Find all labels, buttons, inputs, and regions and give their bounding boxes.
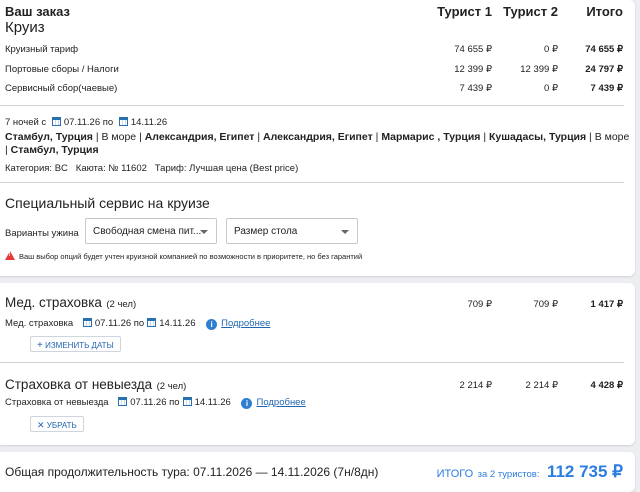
calendar-icon: [182, 397, 192, 406]
row-t1: 74 655 ₽: [454, 44, 492, 55]
divider: [0, 105, 624, 106]
cancellation-title: Страховка от невыезда (2 чел): [5, 376, 186, 394]
footer-bar: Общая продолжительность тура: 07.11.2026…: [0, 452, 635, 492]
route-port: Стамбул, Турция: [10, 144, 99, 156]
warning-text: Ваш выбор опций будет учтен круизной ком…: [19, 252, 363, 261]
calendar-icon: [51, 117, 61, 126]
cancellation-date-from: 07.11.26: [130, 397, 167, 408]
calendar-icon: [118, 397, 128, 406]
remove-button[interactable]: ✕ УБРАТЬ: [30, 416, 84, 432]
grand-total: ИТОГО за 2 туристов: 112 735 ₽: [437, 462, 623, 482]
nights-text: 7 ночей с: [5, 117, 47, 128]
row-label: Портовые сборы / Налоги: [5, 64, 119, 75]
total-value: 112 735 ₽: [546, 462, 623, 481]
total-label: ИТОГО: [436, 468, 474, 480]
trip-dates: 7 ночей с 07.11.26 по 14.11.26: [5, 117, 167, 128]
remove-label: УБРАТЬ: [46, 421, 77, 430]
info-icon: i: [241, 398, 253, 409]
route: Стамбул, Турция | В море | Александрия, …: [5, 131, 633, 157]
dinner-select[interactable]: Свободная смена пит...: [85, 218, 217, 244]
medical-more-link[interactable]: Подробнее: [221, 318, 270, 329]
route-text: В море: [594, 131, 630, 143]
cancellation-persons: (2 чел): [156, 381, 187, 392]
date-to: 14.11.26: [130, 117, 168, 128]
medical-t2: 709 ₽: [533, 299, 558, 310]
medical-total: 1 417 ₽: [590, 299, 623, 310]
route-port: Стамбул, Турция: [5, 131, 93, 143]
row-total: 74 655 ₽: [585, 44, 623, 55]
medical-persons: (2 чел): [106, 299, 137, 310]
row-total: 7 439 ₽: [590, 83, 623, 94]
medical-sub-label: Мед. страховка: [5, 318, 74, 329]
table-size-select[interactable]: Размер стола: [226, 218, 358, 244]
divider: [0, 362, 624, 363]
cabin-info: Категория: BC Каюта: № 11602 Тариф: Лучш…: [5, 163, 299, 174]
tour-duration: Общая продолжительность тура: 07.11.2026…: [5, 465, 379, 479]
insurance-card: Мед. страховка (2 чел) 709 ₽ 709 ₽ 1 417…: [0, 283, 635, 445]
warning-note: Ваш выбор опций будет учтен круизной ком…: [5, 251, 362, 261]
row-t2: 0 ₽: [544, 44, 558, 55]
row-total: 24 797 ₽: [585, 64, 623, 75]
route-port: Кушадасы, Турция: [488, 131, 587, 143]
info-icon: i: [206, 319, 218, 330]
calendar-icon: [147, 318, 157, 327]
change-dates-label: ИЗМЕНИТЬ ДАТЫ: [45, 341, 114, 350]
route-text: |: [254, 131, 264, 143]
route-port: Александрия, Египет: [144, 131, 255, 143]
cancellation-more-link[interactable]: Подробнее: [256, 397, 305, 408]
calendar-icon: [82, 318, 92, 327]
medical-t1: 709 ₽: [467, 299, 492, 310]
row-label: Сервисный сбор(чаевые): [5, 83, 118, 94]
table-size-select-value: Размер стола: [234, 226, 298, 237]
order-card: Ваш заказ Круиз Турист 1 Турист 2 Итого …: [0, 0, 635, 276]
cancellation-details: Страховка от невыезда 07.11.26 по 14.11.2…: [5, 397, 306, 409]
chevron-down-icon: [341, 230, 349, 234]
medical-date-from: 07.11.26: [94, 318, 132, 329]
cancellation-sub-label: Страховка от невыезда: [5, 397, 109, 408]
change-dates-button[interactable]: + ИЗМЕНИТЬ ДАТЫ: [30, 336, 121, 352]
cancellation-date-to-word: по: [169, 397, 180, 408]
cancellation-title-text: Страховка от невыезда: [5, 377, 153, 392]
row-t1: 7 439 ₽: [459, 83, 492, 94]
row-t2: 0 ₽: [544, 83, 558, 94]
medical-title-text: Мед. страховка: [5, 295, 102, 310]
col-total: Итого: [586, 4, 623, 19]
cancellation-t2: 2 214 ₽: [525, 380, 558, 391]
date-from: 07.11.26: [63, 117, 101, 128]
route-text: |: [480, 131, 489, 143]
medical-title: Мед. страховка (2 чел): [5, 294, 136, 312]
dinner-label: Варианты ужина: [5, 228, 79, 239]
dinner-select-value: Свободная смена пит...: [93, 226, 202, 237]
col-tourist2: Турист 2: [503, 4, 558, 19]
row-t1: 12 399 ₽: [454, 64, 492, 75]
medical-date-to: 14.11.26: [159, 318, 196, 329]
medical-details: Мед. страховка 07.11.26 по 14.11.26 i Подр…: [5, 318, 270, 330]
route-text: |: [136, 131, 145, 143]
route-text: |: [586, 131, 595, 143]
medical-date-to-word: по: [133, 318, 145, 329]
warning-icon: [5, 251, 15, 260]
special-service-title: Специальный сервис на круизе: [5, 195, 210, 211]
total-for-tourists: за 2 туристов:: [477, 469, 540, 480]
route-port: Мармарис , Турция: [381, 131, 481, 143]
order-product: Круиз: [5, 19, 45, 36]
plus-icon: +: [37, 340, 43, 351]
route-port: Александрия, Египет: [263, 131, 373, 143]
col-tourist1: Турист 1: [437, 4, 492, 19]
close-icon: ✕: [37, 420, 45, 430]
cancellation-total: 4 428 ₽: [590, 380, 623, 391]
route-text: В море: [101, 131, 137, 143]
row-t2: 12 399 ₽: [520, 64, 558, 75]
calendar-icon: [118, 117, 128, 126]
order-heading: Ваш заказ: [5, 4, 70, 19]
cancellation-date-to: 14.11.26: [194, 397, 231, 408]
divider: [0, 182, 624, 183]
date-to-word: по: [102, 117, 114, 128]
row-label: Круизный тариф: [5, 44, 79, 55]
cancellation-t1: 2 214 ₽: [459, 380, 492, 391]
chevron-down-icon: [200, 230, 208, 234]
